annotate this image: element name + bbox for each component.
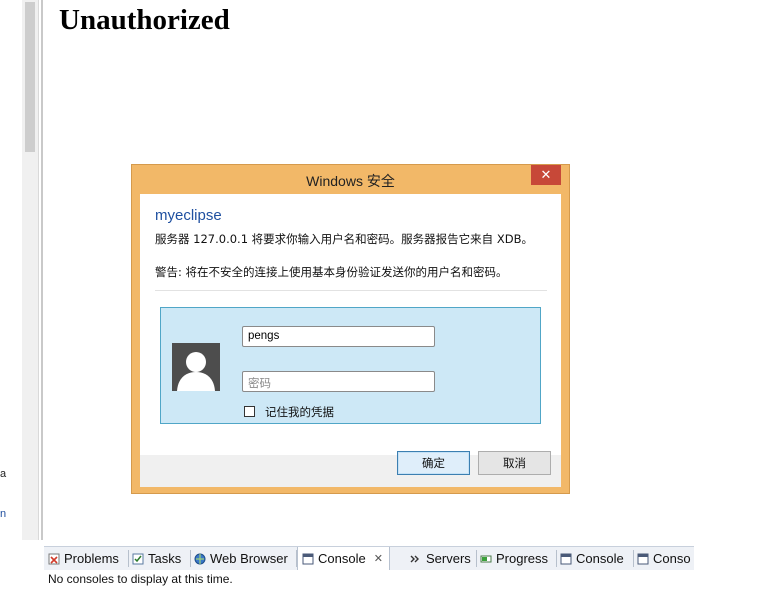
- tab-progress[interactable]: Progress: [480, 547, 548, 570]
- left-edge-text: a: [0, 468, 7, 480]
- console-status-text: No consoles to display at this time.: [48, 572, 233, 586]
- tab-label: Conso: [653, 551, 691, 566]
- tab-separator: [633, 550, 634, 567]
- user-avatar-icon: [172, 343, 220, 391]
- dialog-body: myeclipse 服务器 127.0.0.1 将要求你输入用户名和密码。服务器…: [140, 194, 561, 455]
- tab-label: Servers: [426, 551, 471, 566]
- progress-icon: [480, 555, 492, 562]
- credential-tile[interactable]: pengs 密码 记住我的凭据: [160, 307, 541, 424]
- username-field[interactable]: pengs: [242, 326, 435, 347]
- server-message: 服务器 127.0.0.1 将要求你输入用户名和密码。服务器报告它来自 XDB。: [155, 232, 533, 246]
- security-warning: 警告: 将在不安全的连接上使用基本身份验证发送你的用户名和密码。: [155, 265, 508, 279]
- scrollbar-thumb[interactable]: [25, 2, 35, 152]
- tab-label: Console: [318, 551, 366, 566]
- close-button[interactable]: ✕: [531, 165, 561, 185]
- left-panel-strip: a n: [0, 0, 22, 614]
- tab-label: Web Browser: [210, 551, 288, 566]
- problems-icon: [48, 553, 60, 564]
- console-icon: [637, 553, 649, 564]
- windows-security-dialog: Windows 安全 ✕ myeclipse 服务器 127.0.0.1 将要求…: [131, 164, 570, 494]
- tab-separator: [476, 550, 477, 567]
- cancel-button[interactable]: 取消: [478, 451, 551, 475]
- ok-button[interactable]: 确定: [397, 451, 470, 475]
- tab-web-browser[interactable]: Web Browser: [194, 547, 288, 570]
- dialog-title: Windows 安全: [306, 173, 395, 189]
- close-icon[interactable]: ✕: [374, 552, 383, 565]
- close-icon: ✕: [540, 167, 552, 183]
- remember-credentials-checkbox[interactable]: [244, 406, 255, 417]
- servers-icon: [410, 555, 419, 562]
- tab-problems[interactable]: Problems: [48, 547, 119, 570]
- tab-servers[interactable]: Servers: [410, 547, 471, 570]
- console-icon: [302, 553, 314, 564]
- tasks-icon: [132, 553, 144, 564]
- tab-console-2[interactable]: Console: [560, 547, 624, 570]
- tab-console-active[interactable]: Console ✕: [297, 547, 390, 570]
- tab-label: Problems: [64, 551, 119, 566]
- page-heading: Unauthorized: [59, 4, 230, 36]
- left-edge-link-text: n: [0, 508, 7, 520]
- password-field[interactable]: 密码: [242, 371, 435, 392]
- globe-icon: [194, 553, 206, 564]
- tab-separator: [556, 550, 557, 567]
- app-name: myeclipse: [155, 207, 222, 224]
- tab-label: Progress: [496, 551, 549, 566]
- divider: [155, 290, 547, 291]
- remember-credentials-label[interactable]: 记住我的凭据: [265, 404, 334, 420]
- tab-console-3[interactable]: Conso: [637, 547, 691, 570]
- tab-tasks[interactable]: Tasks: [132, 547, 181, 570]
- console-icon: [560, 553, 572, 564]
- views-tab-bar: Problems Tasks Web Browser Console ✕ Ser…: [44, 546, 694, 571]
- tab-label: Console: [576, 551, 624, 566]
- vertical-scrollbar[interactable]: [22, 0, 39, 540]
- tab-separator: [128, 550, 129, 567]
- tab-separator: [190, 550, 191, 567]
- tab-label: Tasks: [148, 551, 182, 566]
